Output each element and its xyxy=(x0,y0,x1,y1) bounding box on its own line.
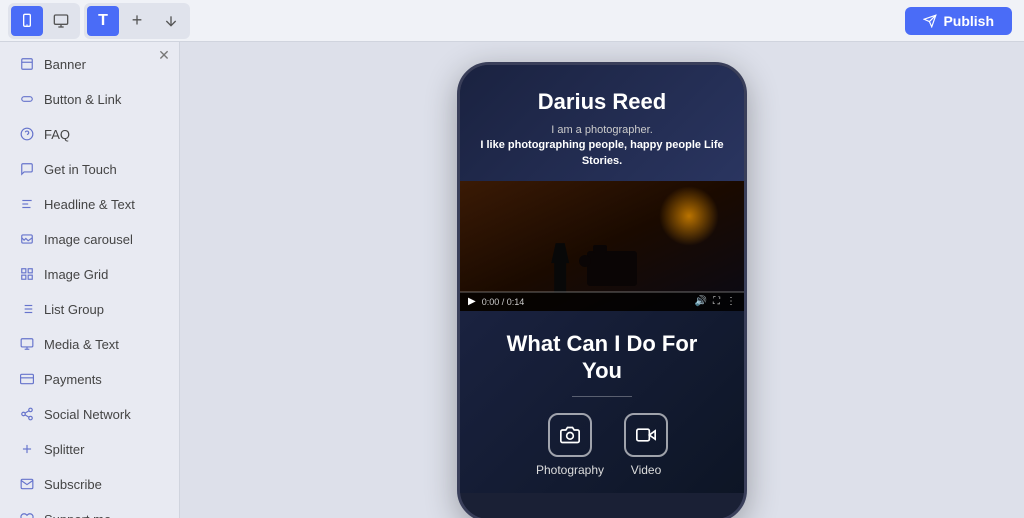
faq-icon xyxy=(18,125,36,143)
phone-subtitle: I am a photographer. xyxy=(476,123,728,138)
sidebar-item-label: List Group xyxy=(44,302,104,317)
phone-header: Darius Reed I am a photographer. I like … xyxy=(460,65,744,181)
sidebar-item-label: FAQ xyxy=(44,127,70,142)
sidebar-item-faq[interactable]: FAQ xyxy=(6,117,173,151)
photography-icon-box xyxy=(548,413,592,457)
social-network-icon xyxy=(18,405,36,423)
services-grid: Photography Video xyxy=(476,413,728,477)
align-button[interactable] xyxy=(155,6,187,36)
camera-lens-mount xyxy=(579,255,591,267)
sidebar-item-social-network[interactable]: Social Network xyxy=(6,397,173,431)
support-me-icon xyxy=(18,510,36,518)
media-text-icon xyxy=(18,335,36,353)
publish-button[interactable]: Publish xyxy=(905,7,1012,35)
publish-icon xyxy=(923,14,937,28)
video-label: Video xyxy=(631,463,661,477)
sidebar-item-label: Payments xyxy=(44,372,102,387)
headline-text-icon xyxy=(18,195,36,213)
light-glow xyxy=(659,186,719,246)
sidebar-item-payments[interactable]: Payments xyxy=(6,362,173,396)
view-toggle-group xyxy=(8,3,80,39)
section-title: What Can I Do For You xyxy=(476,331,728,384)
payments-icon xyxy=(18,370,36,388)
phone-name: Darius Reed xyxy=(476,89,728,115)
video-progress-bar xyxy=(460,291,744,293)
sidebar-item-list-group[interactable]: List Group xyxy=(6,292,173,326)
mobile-view-button[interactable] xyxy=(11,6,43,36)
add-icon: + xyxy=(132,10,143,31)
section-title-line2: You xyxy=(582,358,622,383)
fullscreen-icon[interactable]: ⛶ xyxy=(713,296,720,307)
sidebar-item-headline-text[interactable]: Headline & Text xyxy=(6,187,173,221)
main-layout: ✕ Banner Button & Link FAQ Get in Touch xyxy=(0,42,1024,518)
sidebar-item-subscribe[interactable]: Subscribe xyxy=(6,467,173,501)
video-right-controls: 🔊 ⛶ ⋮ xyxy=(695,296,736,307)
add-button[interactable]: + xyxy=(121,6,153,36)
sidebar-item-button-link[interactable]: Button & Link xyxy=(6,82,173,116)
toolbar: T + Publish xyxy=(0,0,1024,42)
phone-mockup: Darius Reed I am a photographer. I like … xyxy=(457,62,747,518)
sidebar-item-splitter[interactable]: Splitter xyxy=(6,432,173,466)
sidebar-item-get-in-touch[interactable]: Get in Touch xyxy=(6,152,173,186)
video-section[interactable]: ▶ 0:00 / 0:14 🔊 ⛶ ⋮ xyxy=(460,181,744,311)
video-controls-bar[interactable]: ▶ 0:00 / 0:14 🔊 ⛶ ⋮ xyxy=(460,292,744,311)
get-in-touch-icon xyxy=(18,160,36,178)
format-group: T + xyxy=(84,3,190,39)
desktop-view-button[interactable] xyxy=(45,6,77,36)
image-carousel-icon xyxy=(18,230,36,248)
video-camera-icon xyxy=(636,425,656,445)
service-photography: Photography xyxy=(536,413,604,477)
play-button[interactable]: ▶ xyxy=(468,296,476,307)
sidebar-item-support-me[interactable]: Support me xyxy=(6,502,173,518)
sidebar-item-image-carousel[interactable]: Image carousel xyxy=(6,222,173,256)
list-group-icon xyxy=(18,300,36,318)
camera-icon xyxy=(560,425,580,445)
publish-label: Publish xyxy=(943,13,994,29)
sidebar: ✕ Banner Button & Link FAQ Get in Touch xyxy=(0,42,180,518)
video-icon-box xyxy=(624,413,668,457)
more-options-icon[interactable]: ⋮ xyxy=(726,296,736,307)
sidebar-item-label: Button & Link xyxy=(44,92,121,107)
sidebar-item-label: Banner xyxy=(44,57,86,72)
image-grid-icon xyxy=(18,265,36,283)
camera-top xyxy=(593,245,607,253)
volume-icon[interactable]: 🔊 xyxy=(695,296,707,307)
sidebar-item-label: Subscribe xyxy=(44,477,102,492)
subscribe-icon xyxy=(18,475,36,493)
canvas-area: Darius Reed I am a photographer. I like … xyxy=(180,42,1024,518)
sidebar-item-label: Image carousel xyxy=(44,232,133,247)
text-format-button[interactable]: T xyxy=(87,6,119,36)
sidebar-item-banner[interactable]: Banner xyxy=(6,47,173,81)
phone-description: I like photographing people, happy peopl… xyxy=(480,139,723,166)
section-title-line1: What Can I Do For xyxy=(507,331,698,356)
sidebar-item-label: Image Grid xyxy=(44,267,108,282)
sidebar-item-label: Social Network xyxy=(44,407,131,422)
banner-icon xyxy=(18,55,36,73)
text-icon: T xyxy=(98,12,108,30)
sidebar-item-label: Support me xyxy=(44,512,111,518)
camera-shape xyxy=(587,251,637,286)
sidebar-item-media-text[interactable]: Media & Text xyxy=(6,327,173,361)
splitter-icon xyxy=(18,440,36,458)
photography-label: Photography xyxy=(536,463,604,477)
service-video: Video xyxy=(624,413,668,477)
video-time: 0:00 / 0:14 xyxy=(482,297,689,307)
sidebar-item-label: Headline & Text xyxy=(44,197,135,212)
sidebar-item-label: Get in Touch xyxy=(44,162,117,177)
divider xyxy=(572,396,632,397)
services-section: What Can I Do For You Photography xyxy=(460,311,744,493)
sidebar-item-label: Media & Text xyxy=(44,337,119,352)
sidebar-item-label: Splitter xyxy=(44,442,84,457)
sidebar-item-image-grid[interactable]: Image Grid xyxy=(6,257,173,291)
button-link-icon xyxy=(18,90,36,108)
sidebar-close-button[interactable]: ✕ xyxy=(155,46,173,64)
